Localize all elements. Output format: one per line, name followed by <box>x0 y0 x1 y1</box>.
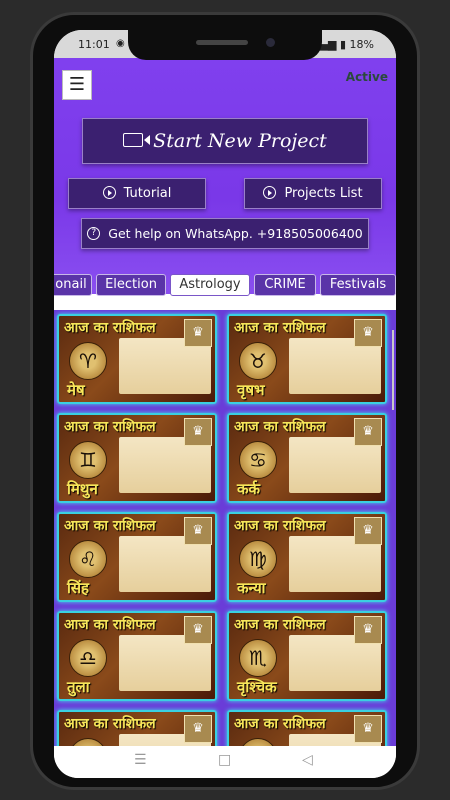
help-icon: ? <box>87 227 101 240</box>
system-nav-bar: ☰ □ ◁ <box>54 746 396 778</box>
premium-crown-icon[interactable]: ♛ <box>184 418 212 446</box>
zodiac-icon: ♍ <box>239 540 277 578</box>
start-new-project-label: Start New Project <box>153 130 327 152</box>
card-title: आज का राशिफल <box>64 518 156 534</box>
zodiac-sign-label: सिंह <box>67 579 89 597</box>
zodiac-sign-label: कर्क <box>237 480 261 498</box>
zodiac-icon: ♎ <box>69 639 107 677</box>
play-icon <box>263 186 277 199</box>
start-new-project-button[interactable]: Start New Project <box>82 118 368 164</box>
card-title: आज का राशिफल <box>64 716 156 732</box>
app-screen: 11:01 ◉ ▂▄▆ ▮ 18% ☰ Active Start New Pro… <box>54 30 396 778</box>
template-card[interactable]: आज का राशिफल ♋ कर्क ♛ <box>227 413 387 503</box>
template-card[interactable]: आज का राशिफल ♈ मेष ♛ <box>57 314 217 404</box>
zodiac-icon: ♊ <box>69 441 107 479</box>
template-card[interactable]: आज का राशिफल ♌ सिंह ♛ <box>57 512 217 602</box>
recents-nav-icon[interactable]: ☰ <box>134 752 147 768</box>
card-title: आज का राशिफल <box>234 518 326 534</box>
tutorial-label: Tutorial <box>123 186 172 201</box>
header: ☰ Active Start New Project Tutorial Proj… <box>54 58 396 294</box>
premium-crown-icon[interactable]: ♛ <box>184 616 212 644</box>
help-label: Get help on WhatsApp. +918505006400 <box>108 226 363 241</box>
zodiac-sign-label: तुला <box>67 678 90 696</box>
camera-notch <box>128 30 322 60</box>
zodiac-sign-label: वृश्चिक <box>237 678 277 696</box>
zodiac-sign-label: कन्या <box>237 579 266 597</box>
home-nav-icon[interactable]: □ <box>218 752 231 768</box>
premium-crown-icon[interactable]: ♛ <box>184 517 212 545</box>
template-card[interactable]: आज का राशिफल ♉ वृषभ ♛ <box>227 314 387 404</box>
tab-festivals[interactable]: Festivals <box>320 274 396 296</box>
video-camera-icon <box>123 133 151 147</box>
zodiac-sign-label: वृषभ <box>237 381 265 399</box>
zodiac-sign-label: मिथुन <box>67 480 98 498</box>
card-title: आज का राशिफल <box>234 617 326 633</box>
projects-list-button[interactable]: Projects List <box>244 178 382 209</box>
scrollbar[interactable] <box>392 330 394 410</box>
whatsapp-help-button[interactable]: ? Get help on WhatsApp. +918505006400 <box>81 218 369 249</box>
card-title: आज का राशिफल <box>234 716 326 732</box>
hamburger-menu-button[interactable]: ☰ <box>62 70 92 100</box>
premium-crown-icon[interactable]: ♛ <box>184 715 212 743</box>
zodiac-icon: ♉ <box>239 342 277 380</box>
template-card[interactable]: आज का राशिफल ♐ ♛ <box>57 710 217 746</box>
template-card[interactable]: आज का राशिफल ♏ वृश्चिक ♛ <box>227 611 387 701</box>
template-card[interactable]: आज का राशिफल ♑ ♛ <box>227 710 387 746</box>
premium-crown-icon[interactable]: ♛ <box>354 616 382 644</box>
battery-percent: 18% <box>349 38 374 51</box>
play-icon <box>102 186 116 199</box>
zodiac-icon: ♈ <box>69 342 107 380</box>
tab-astrology[interactable]: Astrology <box>170 274 250 296</box>
template-card[interactable]: आज का राशिफल ♍ कन्या ♛ <box>227 512 387 602</box>
card-title: आज का राशिफल <box>64 320 156 336</box>
whatsapp-status-icon: ◉ <box>116 38 125 49</box>
premium-crown-icon[interactable]: ♛ <box>354 715 382 743</box>
tab-election[interactable]: Election <box>96 274 166 296</box>
template-card[interactable]: आज का राशिफल ♎ तुला ♛ <box>57 611 217 701</box>
template-grid: आज का राशिफल ♈ मेष ♛ आज का राशिफल ♉ वृषभ ♛ आज का… <box>54 310 396 746</box>
card-title: आज का राशिफल <box>64 617 156 633</box>
card-title: आज का राशिफल <box>64 419 156 435</box>
category-tabs: onail Election Astrology CRIME Festivals <box>54 274 396 300</box>
zodiac-icon: ♑ <box>239 738 277 746</box>
active-status: Active <box>345 70 388 84</box>
premium-crown-icon[interactable]: ♛ <box>354 319 382 347</box>
status-time: 11:01 <box>78 38 110 51</box>
template-card[interactable]: आज का राशिफल ♊ मिथुन ♛ <box>57 413 217 503</box>
front-camera <box>266 38 275 47</box>
back-nav-icon[interactable]: ◁ <box>302 752 313 768</box>
projects-list-label: Projects List <box>284 186 363 201</box>
tab-personal[interactable]: onail <box>54 274 92 296</box>
card-title: आज का राशिफल <box>234 419 326 435</box>
premium-crown-icon[interactable]: ♛ <box>184 319 212 347</box>
zodiac-icon: ♏ <box>239 639 277 677</box>
premium-crown-icon[interactable]: ♛ <box>354 517 382 545</box>
card-title: आज का राशिफल <box>234 320 326 336</box>
tutorial-button[interactable]: Tutorial <box>68 178 206 209</box>
zodiac-icon: ♐ <box>69 738 107 746</box>
tab-crime[interactable]: CRIME <box>254 274 316 296</box>
premium-crown-icon[interactable]: ♛ <box>354 418 382 446</box>
zodiac-icon: ♋ <box>239 441 277 479</box>
zodiac-icon: ♌ <box>69 540 107 578</box>
zodiac-sign-label: मेष <box>67 381 85 399</box>
